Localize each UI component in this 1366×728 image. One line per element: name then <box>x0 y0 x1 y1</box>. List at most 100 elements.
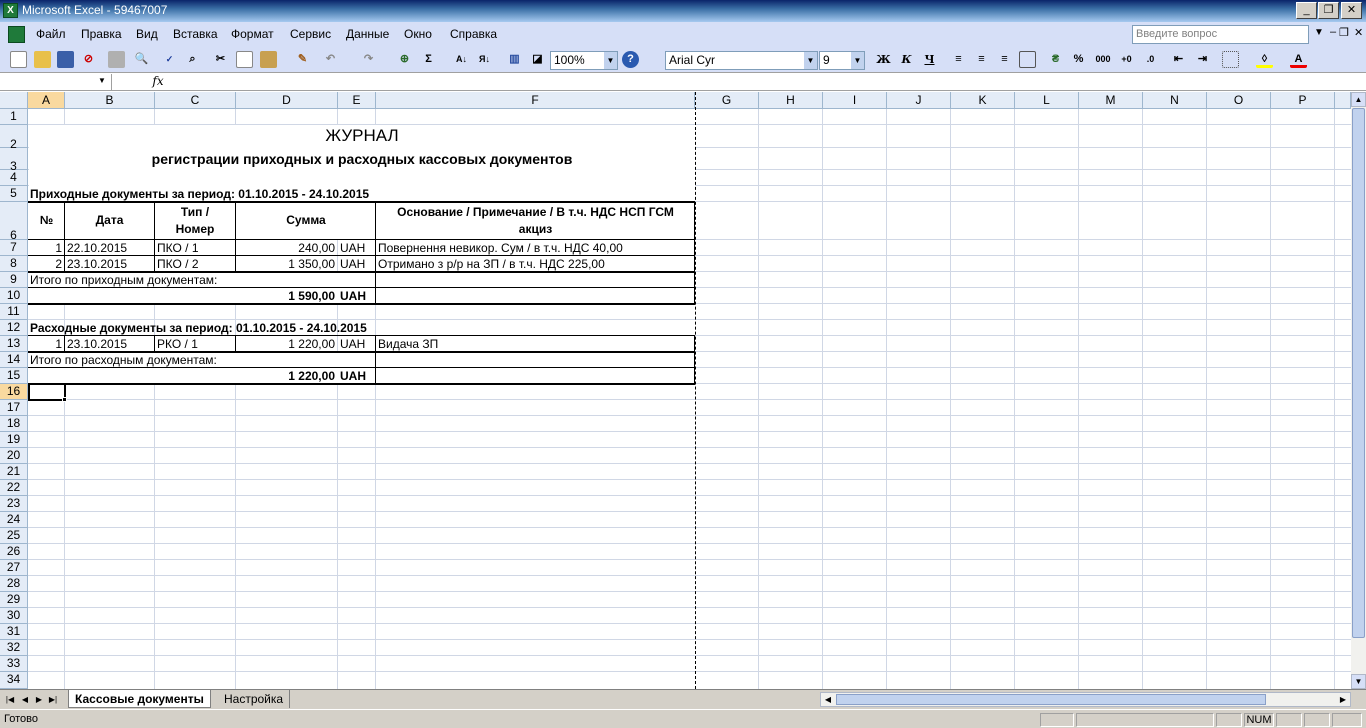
align-right-icon[interactable]: ≡ <box>996 51 1013 68</box>
column-header[interactable]: N <box>1143 92 1207 109</box>
tab-kassovye-dokumenty[interactable]: Кассовые документы <box>68 690 211 708</box>
decrease-indent-icon[interactable]: ⇤ <box>1170 51 1187 68</box>
sort-ascending-icon[interactable]: A↓ <box>453 51 470 68</box>
horizontal-scrollbar[interactable]: ◀ ▶ <box>820 692 1351 707</box>
row-header[interactable]: 23 <box>0 496 28 512</box>
menu-data[interactable]: Данные <box>346 27 389 41</box>
row-header[interactable]: 15 <box>0 368 28 384</box>
new-icon[interactable] <box>10 51 27 68</box>
font-size-select[interactable]: 9 ▼ <box>819 51 865 70</box>
next-sheet-icon[interactable]: ▶ <box>33 693 45 707</box>
row-header[interactable]: 11 <box>0 304 28 320</box>
minimize-button[interactable]: _ <box>1296 2 1317 19</box>
chart-wizard-icon[interactable]: ▥ <box>506 51 523 68</box>
close-button[interactable]: ✕ <box>1341 2 1362 19</box>
insert-function-icon[interactable]: fx <box>148 74 168 90</box>
scroll-left-icon[interactable]: ◀ <box>821 693 835 706</box>
row-header[interactable]: 5 <box>0 186 28 202</box>
drawing-icon[interactable]: ◪ <box>529 51 546 68</box>
row-header[interactable]: 9 <box>0 272 28 288</box>
research-icon[interactable]: ⌕ <box>184 51 201 68</box>
paste-icon[interactable] <box>260 51 277 68</box>
italic-button[interactable]: К <box>898 51 915 68</box>
menu-format[interactable]: Формат <box>231 27 274 41</box>
merge-center-icon[interactable] <box>1019 51 1036 68</box>
redo-icon[interactable]: ↷ <box>360 51 377 68</box>
increase-decimal-icon[interactable]: +0 <box>1118 51 1135 68</box>
cut-icon[interactable]: ✂ <box>212 51 229 68</box>
undo-icon[interactable]: ↶ <box>322 51 339 68</box>
column-header[interactable]: K <box>951 92 1015 109</box>
maximize-button[interactable]: ❐ <box>1318 2 1339 19</box>
workbook-icon[interactable] <box>8 26 25 43</box>
column-header[interactable]: H <box>759 92 823 109</box>
row-header[interactable]: 21 <box>0 464 28 480</box>
doc-restore-button[interactable]: ❐ <box>1339 26 1349 39</box>
column-header[interactable]: J <box>887 92 951 109</box>
row-header[interactable]: 3 <box>0 148 28 173</box>
open-icon[interactable] <box>34 51 51 68</box>
column-header[interactable]: B <box>65 92 155 109</box>
align-center-icon[interactable]: ≡ <box>973 51 990 68</box>
row-header[interactable]: 8 <box>0 256 28 272</box>
align-left-icon[interactable]: ≡ <box>950 51 967 68</box>
bold-button[interactable]: Ж <box>875 51 892 68</box>
fill-handle[interactable] <box>62 397 67 402</box>
menu-help[interactable]: Справка <box>450 27 497 41</box>
prev-sheet-icon[interactable]: ◀ <box>19 693 31 707</box>
row-header[interactable]: 10 <box>0 288 28 304</box>
scroll-thumb[interactable] <box>1352 108 1365 638</box>
row-header[interactable]: 14 <box>0 352 28 368</box>
h-scroll-thumb[interactable] <box>836 694 1266 705</box>
permission-icon[interactable]: ⊘ <box>80 51 97 68</box>
thousands-icon[interactable]: 000 <box>1093 51 1113 68</box>
select-all-corner[interactable] <box>0 92 28 109</box>
decrease-decimal-icon[interactable]: .0 <box>1142 51 1159 68</box>
doc-minimize-button[interactable]: – <box>1330 26 1336 38</box>
column-header[interactable]: C <box>155 92 236 109</box>
print-preview-icon[interactable]: 🔍 <box>133 51 150 68</box>
row-header[interactable]: 1 <box>0 109 28 125</box>
save-icon[interactable] <box>57 51 74 68</box>
zoom-select[interactable]: 100% ▼ <box>550 51 618 70</box>
row-header[interactable]: 19 <box>0 432 28 448</box>
sort-descending-icon[interactable]: Я↓ <box>476 51 493 68</box>
row-header[interactable]: 7 <box>0 240 28 256</box>
row-header[interactable]: 29 <box>0 592 28 608</box>
tab-nastroyka[interactable]: Настройка <box>218 690 291 708</box>
borders-icon[interactable] <box>1222 51 1239 68</box>
column-header[interactable]: M <box>1079 92 1143 109</box>
column-header[interactable]: A <box>28 92 65 109</box>
column-header[interactable]: F <box>376 92 695 109</box>
row-header[interactable]: 20 <box>0 448 28 464</box>
column-header[interactable]: I <box>823 92 887 109</box>
increase-indent-icon[interactable]: ⇥ <box>1194 51 1211 68</box>
row-header[interactable]: 17 <box>0 400 28 416</box>
row-header[interactable]: 13 <box>0 336 28 352</box>
scroll-up-icon[interactable]: ▲ <box>1351 92 1366 107</box>
worksheet-grid[interactable]: A B C D E F G H I J K L M N O P 1 2 3 4 … <box>0 92 1351 689</box>
name-box[interactable] <box>0 74 112 90</box>
copy-icon[interactable] <box>236 51 253 68</box>
doc-close-button[interactable]: ✕ <box>1354 26 1363 39</box>
menu-file[interactable]: Файл <box>36 27 66 41</box>
underline-button[interactable]: Ч <box>921 51 938 68</box>
column-header-partial[interactable] <box>1335 92 1351 109</box>
autosum-icon[interactable]: Σ <box>420 51 437 68</box>
row-header[interactable]: 6 <box>0 202 28 242</box>
font-select[interactable]: Arial Cyr ▼ <box>665 51 818 70</box>
menu-insert[interactable]: Вставка <box>173 27 218 41</box>
row-header[interactable]: 30 <box>0 608 28 624</box>
print-icon[interactable] <box>108 51 125 68</box>
scroll-right-icon[interactable]: ▶ <box>1336 693 1350 706</box>
percent-icon[interactable]: % <box>1070 51 1087 68</box>
name-box-dropdown-icon[interactable]: ▼ <box>98 76 106 85</box>
row-header[interactable]: 25 <box>0 528 28 544</box>
spelling-icon[interactable]: ✓ <box>161 51 178 68</box>
column-header[interactable]: G <box>695 92 759 109</box>
row-header[interactable]: 2 <box>0 125 28 151</box>
row-header[interactable]: 24 <box>0 512 28 528</box>
row-header[interactable]: 32 <box>0 640 28 656</box>
last-sheet-icon[interactable]: ▶| <box>47 693 59 707</box>
column-header[interactable]: E <box>338 92 376 109</box>
